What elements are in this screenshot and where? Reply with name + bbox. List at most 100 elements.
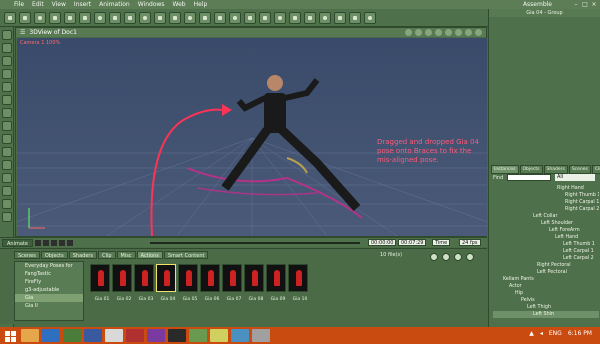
export-icon[interactable] [349,11,361,24]
orbit-icon[interactable] [2,134,12,144]
pose-thumb-selected[interactable]: Gia 04 [156,264,176,302]
filter-select[interactable]: All [555,174,595,181]
time-mode-select[interactable]: Time [432,239,451,246]
grid-icon[interactable] [2,186,12,196]
tab-objects[interactable]: Objects [40,251,68,259]
tree-node[interactable]: Left Carpal 1 [493,248,599,255]
tree-item[interactable]: FireFly [15,278,83,286]
taper-icon[interactable] [2,95,12,105]
forward-icon[interactable] [58,239,65,246]
tab-instances[interactable]: Instances [491,165,519,174]
menu-animation[interactable]: Animation [95,1,134,8]
refresh-icon[interactable] [430,253,438,261]
pose-thumb[interactable]: Gia 01 [90,264,110,302]
pose-thumb[interactable]: Gia 02 [112,264,132,302]
eye-icon[interactable] [2,199,12,209]
tree-node[interactable]: Left Shoulder [493,220,599,227]
select-tool-icon[interactable] [4,11,16,24]
close-icon[interactable]: × [590,1,598,8]
list-view-icon[interactable] [442,253,450,261]
tree-node[interactable]: Hip [493,290,599,297]
plane-icon[interactable] [154,11,166,24]
light-icon[interactable] [79,11,91,24]
grid-toggle-icon[interactable] [445,29,452,36]
timeline-slider[interactable] [150,242,360,244]
arrow-icon[interactable] [2,30,12,40]
shading-icon[interactable] [405,29,412,36]
render-icon[interactable] [94,11,106,24]
figure-model[interactable] [221,75,361,211]
tool-app-icon[interactable] [252,329,270,342]
tab-objects[interactable]: Objects [519,165,543,174]
tree-node[interactable]: Right Thumb 1 [493,192,599,199]
cut-icon[interactable] [2,173,12,183]
tab-shaders[interactable]: Shaders [543,165,568,174]
poser-app-icon[interactable] [189,329,207,342]
windows-start-icon[interactable] [2,329,18,343]
tree-node-selected[interactable]: Left Shin [493,311,599,318]
pose-thumb[interactable]: Gia 07 [222,264,242,302]
figure-icon[interactable] [184,11,196,24]
folder-icon[interactable] [21,329,39,342]
settings-icon[interactable] [364,11,376,24]
tree-node[interactable]: Left Pectoral [493,269,599,276]
minimize-icon[interactable]: – [572,1,580,8]
tree-node[interactable]: Actor [493,283,599,290]
find-input[interactable] [507,174,551,181]
tree-node[interactable]: Right Carpal 2 [493,206,599,213]
shader-icon[interactable] [304,11,316,24]
maximize-icon[interactable]: □ [581,1,589,8]
end-icon[interactable] [66,239,73,246]
cone-icon[interactable] [139,11,151,24]
tree-item[interactable]: FangTastic [15,270,83,278]
clock[interactable]: 6:16 PM [568,330,592,337]
language-indicator[interactable]: ENG [549,330,562,337]
zoom-icon[interactable] [2,108,12,118]
tab-clips[interactable]: Clips [591,165,600,174]
calculator-icon[interactable] [63,329,81,342]
wireframe-icon[interactable] [415,29,422,36]
3d-viewport[interactable]: Camera 1 100% Dragged and dropped Gia 04… [17,38,487,236]
current-time-field[interactable]: 00:00:00 [368,239,397,246]
tab-clip[interactable]: Clip [98,251,116,259]
orbit-view-icon[interactable] [475,29,482,36]
terminal-icon[interactable] [168,329,186,342]
ie-icon[interactable] [42,329,60,342]
brush-icon[interactable] [49,11,61,24]
tree-node[interactable]: Kellam Pants [493,276,599,283]
menu-file[interactable]: File [10,1,28,8]
lock-icon[interactable] [2,212,12,222]
tree-node[interactable]: Left Thigh [493,304,599,311]
torus-icon[interactable] [169,11,181,24]
tree-node[interactable]: Right Carpal 1 [493,199,599,206]
tab-misc[interactable]: Misc [116,251,136,259]
tree-item-selected[interactable]: Gia [15,294,83,302]
tree-node[interactable]: Left ForeArm [493,227,599,234]
network-icon[interactable]: ▲ [529,330,534,337]
menu-view[interactable]: View [48,1,70,8]
play-icon[interactable] [42,239,49,246]
tab-scenes[interactable]: Scenes [568,165,591,174]
tab-shaders[interactable]: Shaders [68,251,98,259]
scale-icon[interactable] [2,69,12,79]
menu-windows[interactable]: Windows [134,1,169,8]
view-menu-icon[interactable]: ☰ [20,29,25,36]
media-icon[interactable] [147,329,165,342]
pan-icon[interactable] [2,121,12,131]
thumb-view-icon[interactable] [454,253,462,261]
camera-view-icon[interactable] [425,29,432,36]
reader-icon[interactable] [126,329,144,342]
rewind-icon[interactable] [34,239,41,246]
material-icon[interactable] [319,11,331,24]
group-icon[interactable] [214,11,226,24]
options-icon[interactable] [466,253,474,261]
tab-scenes[interactable]: Scenes [14,251,40,259]
tree-node[interactable]: Left Thumb 1 [493,241,599,248]
explorer-icon[interactable] [231,329,249,342]
tree-item[interactable]: g3-adjustable [15,286,83,294]
terrain-icon[interactable] [229,11,241,24]
end-time-field[interactable]: 00:07:29 [398,239,427,246]
menu-edit[interactable]: Edit [28,1,48,8]
tree-node[interactable]: Right Hand [493,185,599,192]
pose-thumb[interactable]: Gia 08 [244,264,264,302]
